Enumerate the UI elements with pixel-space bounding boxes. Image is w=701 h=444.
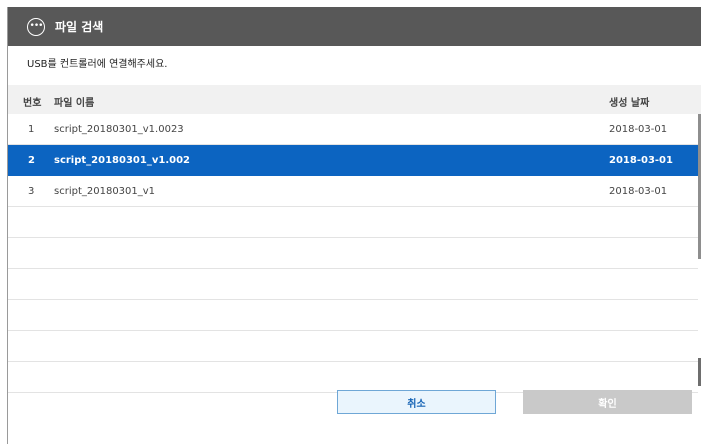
instruction-text: USB를 컨트롤러에 연결해주세요. (27, 59, 168, 70)
row-number: 1 (28, 124, 35, 135)
empty-row (8, 300, 698, 331)
more-icon: ••• (27, 17, 45, 36)
file-search-dialog: ••• 파일 검색 USB를 컨트롤러에 연결해주세요. 번호 파일 이름 생성… (7, 7, 701, 444)
file-row[interactable]: 3 script_20180301_v1 2018-03-01 (8, 176, 698, 207)
row-file-name: script_20180301_v1.0023 (54, 124, 184, 135)
empty-row (8, 269, 698, 300)
file-row-selected[interactable]: 2 script_20180301_v1.002 2018-03-01 (8, 145, 698, 176)
confirm-button[interactable]: 확인 (523, 390, 692, 414)
row-file-name: script_20180301_v1 (54, 186, 156, 197)
dialog-title: 파일 검색 (55, 20, 104, 34)
row-number: 2 (28, 155, 35, 166)
row-file-name: script_20180301_v1.002 (54, 155, 190, 166)
empty-row (8, 207, 698, 238)
empty-row (8, 331, 698, 362)
row-date: 2018-03-01 (609, 186, 668, 197)
file-list-header: 번호 파일 이름 생성 날짜 (8, 85, 701, 114)
row-date: 2018-03-01 (609, 124, 668, 135)
empty-row (8, 362, 698, 393)
file-list: 1 script_20180301_v1.0023 2018-03-01 2 s… (8, 114, 698, 393)
row-date: 2018-03-01 (609, 155, 673, 166)
empty-row (8, 238, 698, 269)
dialog-titlebar: ••• 파일 검색 (8, 7, 701, 46)
row-number: 3 (28, 186, 35, 197)
cancel-button[interactable]: 취소 (337, 390, 496, 414)
header-file-name: 파일 이름 (54, 98, 95, 109)
header-number: 번호 (23, 98, 42, 109)
file-row[interactable]: 1 script_20180301_v1.0023 2018-03-01 (8, 114, 698, 145)
header-created-date: 생성 날짜 (609, 98, 650, 109)
